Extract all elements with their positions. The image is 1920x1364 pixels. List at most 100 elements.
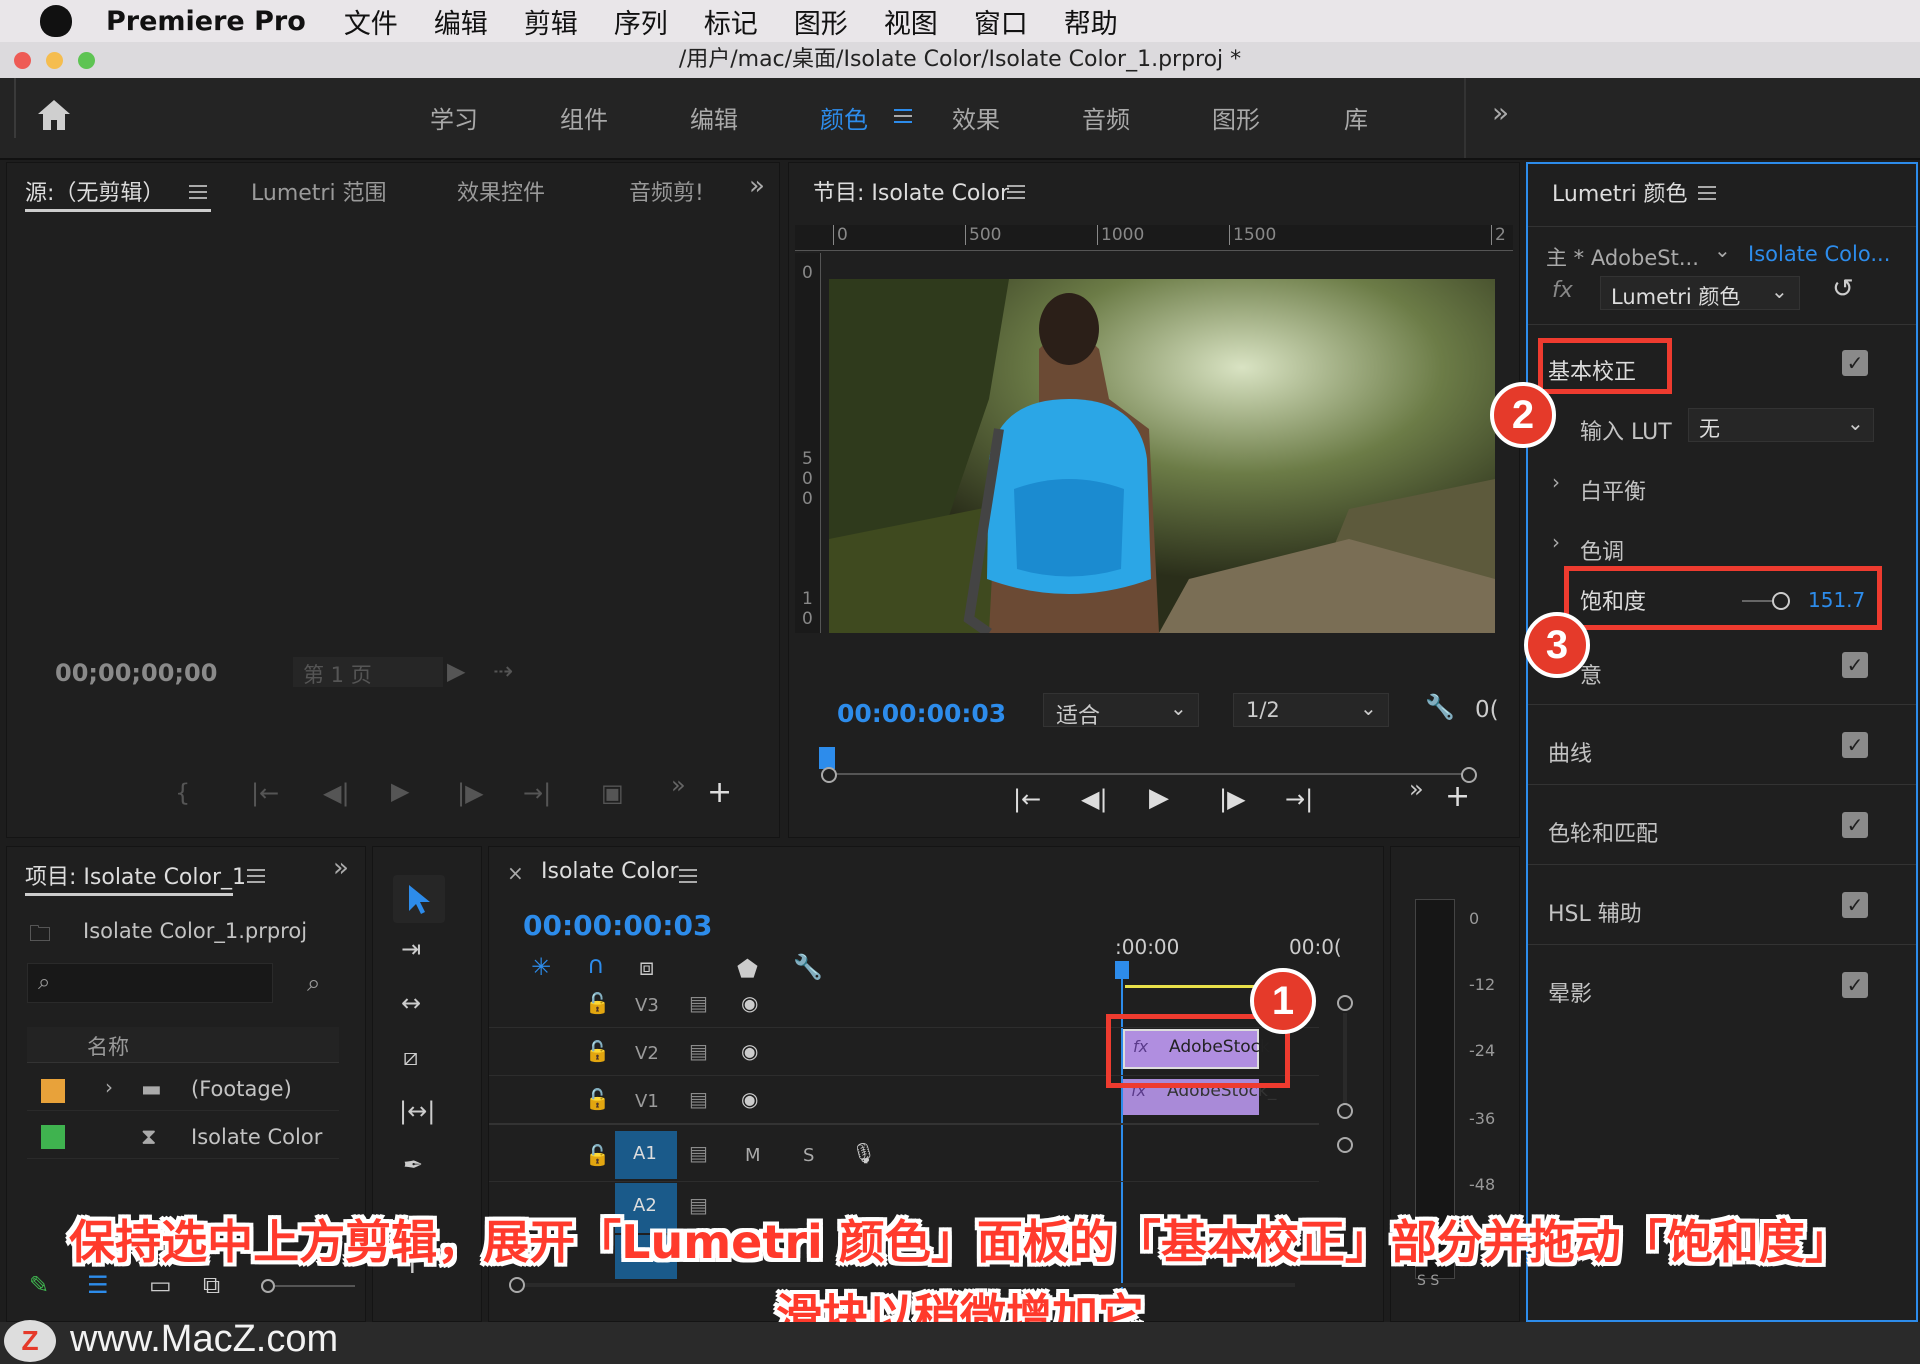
- go-to-in-icon[interactable]: |←: [1013, 785, 1041, 813]
- eye-icon[interactable]: ◉: [741, 1087, 758, 1111]
- menu-help[interactable]: 帮助: [1064, 2, 1118, 41]
- sync-lock-icon[interactable]: ▤: [689, 991, 708, 1015]
- menu-file[interactable]: 文件: [344, 2, 398, 41]
- master-clip-label[interactable]: 主 * AdobeSt...: [1546, 242, 1699, 272]
- expand-chevron-icon[interactable]: ›: [1552, 530, 1560, 554]
- step-forward-icon[interactable]: |▶: [457, 779, 484, 807]
- add-button-icon[interactable]: +: [1445, 779, 1470, 814]
- label-color-swatch[interactable]: [41, 1125, 65, 1149]
- panel-menu-icon[interactable]: [679, 869, 697, 883]
- more-panels-icon[interactable]: »: [749, 171, 765, 201]
- tab-effects[interactable]: 效果: [952, 100, 1000, 135]
- menu-graphics[interactable]: 图形: [794, 2, 848, 41]
- lock-icon[interactable]: 🔓: [585, 1087, 610, 1111]
- scrubber-track[interactable]: [829, 773, 1467, 775]
- menu-window[interactable]: 窗口: [974, 2, 1028, 41]
- ripple-edit-icon[interactable]: ↔: [401, 989, 421, 1017]
- lock-icon[interactable]: 🔓: [585, 1143, 610, 1167]
- source-timecode[interactable]: 00;00;00;00: [55, 659, 217, 687]
- timeline-timecode[interactable]: 00:00:00:03: [523, 909, 712, 942]
- sequence-clip-label[interactable]: Isolate Colo...: [1748, 242, 1890, 266]
- fit-dropdown[interactable]: 适合 ⌄: [1043, 693, 1199, 729]
- lumetri-title[interactable]: Lumetri 颜色: [1552, 176, 1688, 208]
- more-workspaces-icon[interactable]: »: [1492, 96, 1509, 129]
- microphone-icon[interactable]: 🎙: [851, 1141, 876, 1165]
- curves-section[interactable]: 曲线: [1548, 736, 1592, 768]
- hsl-checkbox[interactable]: ✓: [1842, 892, 1868, 918]
- menu-sequence[interactable]: 序列: [614, 2, 668, 41]
- track-select-icon[interactable]: ⇥: [401, 935, 421, 963]
- playhead[interactable]: [819, 747, 835, 769]
- tab-audio[interactable]: 音频: [1082, 100, 1130, 135]
- add-button-icon[interactable]: +: [707, 775, 732, 810]
- menu-markers[interactable]: 标记: [704, 2, 758, 41]
- step-forward-icon[interactable]: |▶: [1219, 785, 1246, 813]
- color-wheels-checkbox[interactable]: ✓: [1842, 812, 1868, 838]
- export-frame-icon[interactable]: ▣: [601, 779, 624, 807]
- tab-lumetri-scopes[interactable]: Lumetri 范围: [251, 175, 387, 207]
- menu-clip[interactable]: 剪辑: [524, 2, 578, 41]
- eye-icon[interactable]: ◉: [741, 1039, 758, 1063]
- snap-magnet-icon[interactable]: ∩: [587, 951, 605, 979]
- tab-assembly[interactable]: 组件: [560, 100, 608, 135]
- video-scroll-handle-bottom[interactable]: [1337, 1103, 1353, 1119]
- vignette-checkbox[interactable]: ✓: [1842, 972, 1868, 998]
- more-buttons-icon[interactable]: »: [1409, 775, 1424, 803]
- go-to-out-icon[interactable]: →|: [523, 779, 551, 807]
- tab-libraries[interactable]: 库: [1344, 100, 1368, 135]
- input-lut-dropdown[interactable]: 无 ⌄: [1688, 408, 1874, 442]
- audio-scroll-handle-top[interactable]: [1337, 1137, 1353, 1153]
- project-search-input[interactable]: ⌕: [27, 963, 273, 1003]
- panel-menu-icon[interactable]: [1007, 185, 1025, 199]
- tone-section[interactable]: 色调: [1580, 534, 1624, 566]
- solo-button[interactable]: S: [803, 1145, 814, 1166]
- mark-in-icon[interactable]: {: [175, 779, 190, 807]
- vignette-section[interactable]: 晕影: [1548, 976, 1592, 1008]
- list-item[interactable]: ⧗ Isolate Color: [27, 1115, 339, 1159]
- program-timecode[interactable]: 00:00:00:03: [837, 699, 1006, 728]
- track-label-v3[interactable]: V3: [635, 995, 659, 1016]
- menu-edit[interactable]: 编辑: [434, 2, 488, 41]
- hsl-section[interactable]: HSL 辅助: [1548, 896, 1642, 928]
- expand-chevron-icon[interactable]: ›: [105, 1075, 113, 1099]
- video-scrollbar[interactable]: [1343, 1013, 1347, 1103]
- panel-menu-icon[interactable]: [247, 869, 265, 883]
- eye-icon[interactable]: ◉: [741, 991, 758, 1015]
- marker-icon[interactable]: ⬟: [737, 955, 758, 983]
- white-balance-section[interactable]: 白平衡: [1580, 474, 1646, 506]
- step-back-icon[interactable]: ◀|: [323, 779, 350, 807]
- apple-icon[interactable]: [40, 5, 72, 37]
- resolution-dropdown[interactable]: 1/2 ⌄: [1233, 693, 1389, 727]
- creative-checkbox[interactable]: ✓: [1842, 652, 1868, 678]
- track-label-v1[interactable]: V1: [635, 1091, 659, 1112]
- close-icon[interactable]: ×: [507, 861, 524, 885]
- selection-tool[interactable]: [393, 875, 445, 923]
- linked-selection-icon[interactable]: ⧈: [639, 953, 654, 981]
- list-item[interactable]: › ▬ (Footage): [27, 1067, 339, 1111]
- project-title[interactable]: 项目: Isolate Color_1: [25, 859, 246, 891]
- step-back-icon[interactable]: ◀|: [1081, 785, 1108, 813]
- source-patch-a1[interactable]: A1: [615, 1131, 677, 1179]
- more-panels-icon[interactable]: »: [333, 853, 349, 883]
- sync-lock-icon[interactable]: ▤: [689, 1141, 708, 1165]
- expand-chevron-icon[interactable]: ›: [1552, 470, 1560, 494]
- zoom-window-button[interactable]: [78, 52, 95, 69]
- close-window-button[interactable]: [14, 52, 31, 69]
- pen-icon[interactable]: ✒: [403, 1151, 423, 1179]
- video-scroll-handle-top[interactable]: [1337, 995, 1353, 1011]
- color-wheels-section[interactable]: 色轮和匹配: [1548, 816, 1658, 848]
- slip-icon[interactable]: |↔|: [399, 1097, 435, 1125]
- minimize-window-button[interactable]: [46, 52, 63, 69]
- curves-checkbox[interactable]: ✓: [1842, 732, 1868, 758]
- panel-menu-icon[interactable]: [189, 185, 207, 199]
- column-name[interactable]: 名称: [87, 1031, 129, 1061]
- tab-learning[interactable]: 学习: [430, 100, 478, 135]
- reset-icon[interactable]: ↺: [1832, 274, 1854, 304]
- track-label-v2[interactable]: V2: [635, 1043, 659, 1064]
- lock-icon[interactable]: 🔓: [585, 991, 610, 1015]
- effect-dropdown[interactable]: Lumetri 颜色 ⌄: [1600, 276, 1800, 310]
- chevron-down-icon[interactable]: ⌄: [1714, 238, 1731, 262]
- tab-editing[interactable]: 编辑: [690, 100, 738, 135]
- panel-menu-icon[interactable]: [1698, 186, 1716, 200]
- menu-view[interactable]: 视图: [884, 2, 938, 41]
